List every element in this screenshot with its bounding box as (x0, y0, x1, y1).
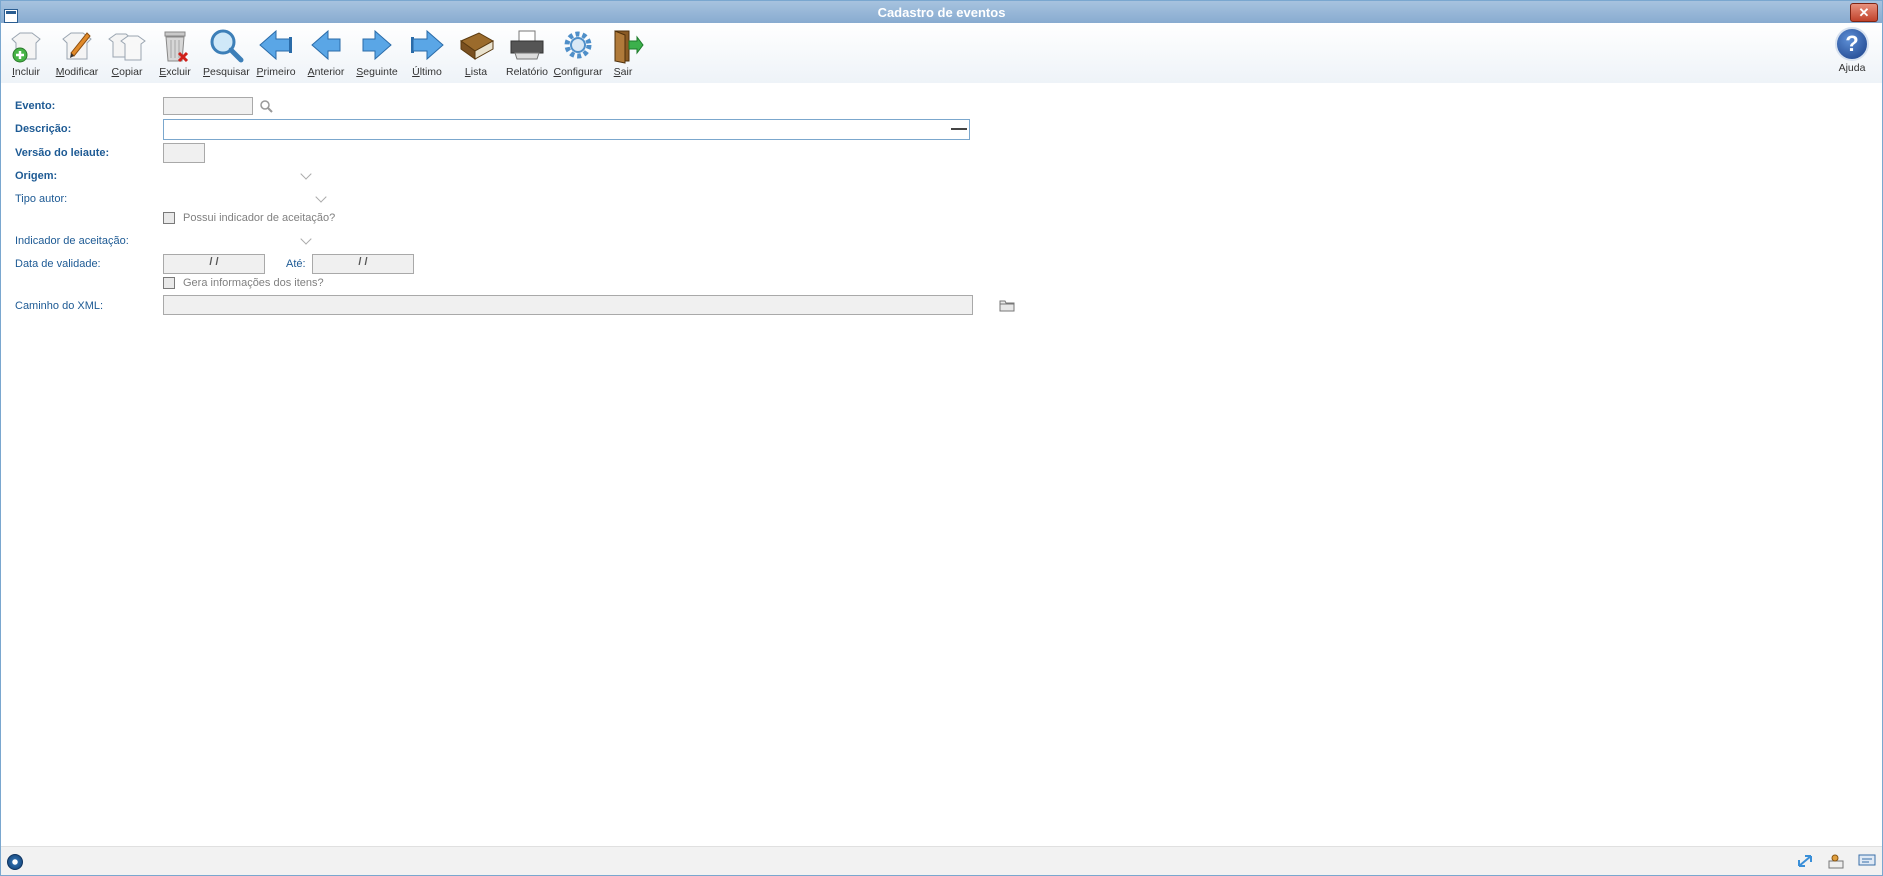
anterior-button[interactable]: Anterior (305, 27, 347, 81)
evento-input[interactable] (163, 97, 253, 115)
possui-indicador-label: Possui indicador de aceitação? (183, 212, 336, 224)
trash-icon (155, 27, 195, 65)
copiar-button[interactable]: Copiar (105, 27, 149, 81)
first-icon (256, 27, 296, 65)
close-button[interactable]: ✕ (1850, 3, 1878, 22)
versao-input[interactable] (163, 143, 205, 163)
window-title: Cadastro de eventos (877, 5, 1006, 20)
data-inicio-input[interactable]: / / (163, 254, 265, 274)
system-status-icon[interactable] (7, 854, 23, 870)
modificar-button[interactable]: Modificar (53, 27, 101, 81)
add-icon (6, 27, 46, 65)
gear-icon (558, 27, 598, 65)
last-icon (407, 27, 447, 65)
indicador-label: Indicador de aceitação: (15, 235, 129, 247)
sair-button[interactable]: Sair (607, 27, 644, 81)
origem-select[interactable] (163, 167, 313, 185)
tipo-autor-label: Tipo autor: (15, 193, 68, 205)
excluir-button[interactable]: Excluir (155, 27, 195, 81)
expand-text-icon[interactable] (951, 128, 967, 130)
ajuda-button[interactable]: ? Ajuda (1832, 27, 1872, 74)
gera-info-checkbox[interactable] (163, 277, 175, 289)
copy-icon (107, 27, 147, 65)
book-icon (457, 27, 497, 65)
user-icon[interactable] (1827, 853, 1845, 869)
exit-door-icon (607, 27, 647, 65)
printer-icon (507, 27, 547, 65)
status-bar (1, 846, 1882, 875)
edit-icon (57, 27, 97, 65)
search-icon (206, 27, 246, 65)
next-icon (357, 27, 397, 65)
data-validade-label: Data de validade: (15, 258, 101, 270)
pesquisar-button[interactable]: Pesquisar (203, 27, 250, 81)
help-icon: ? (1835, 27, 1869, 61)
ate-label: Até: (286, 258, 306, 270)
versao-label: Versão do leiaute: (15, 147, 110, 159)
data-fim-input[interactable]: / / (312, 254, 414, 274)
descricao-label: Descrição: (15, 123, 72, 135)
evento-label: Evento: (15, 100, 56, 112)
relatorio-button[interactable]: Relatório (506, 27, 548, 81)
tipo-autor-select[interactable] (163, 190, 328, 208)
chevron-down-icon (315, 191, 327, 203)
ultimo-button[interactable]: Último (407, 27, 447, 81)
folder-icon[interactable] (999, 298, 1015, 312)
indicador-select[interactable] (163, 232, 313, 250)
evento-lookup-icon[interactable] (259, 99, 273, 113)
resize-icon[interactable] (1796, 853, 1814, 869)
chevron-down-icon (300, 168, 312, 180)
caminho-input[interactable] (163, 295, 973, 315)
chat-icon[interactable] (1858, 853, 1876, 869)
configurar-button[interactable]: Configurar (553, 27, 603, 81)
toolbar: Incluir Modificar Copiar Excluir Pesquis… (1, 23, 1882, 83)
primeiro-button[interactable]: Primeiro (255, 27, 297, 81)
lista-button[interactable]: Lista (457, 27, 495, 81)
gera-info-label: Gera informações dos itens? (183, 277, 324, 289)
incluir-button[interactable]: Incluir (5, 27, 47, 81)
origem-label: Origem: (15, 170, 58, 182)
chevron-down-icon (300, 233, 312, 245)
previous-icon (306, 27, 346, 65)
main-window: Cadastro de eventos ✕ Incluir Modificar … (0, 0, 1883, 876)
title-bar: Cadastro de eventos ✕ (1, 1, 1882, 23)
seguinte-button[interactable]: Seguinte (355, 27, 399, 81)
descricao-input[interactable] (163, 119, 970, 140)
possui-indicador-checkbox[interactable] (163, 212, 175, 224)
caminho-label: Caminho do XML: (15, 300, 104, 312)
